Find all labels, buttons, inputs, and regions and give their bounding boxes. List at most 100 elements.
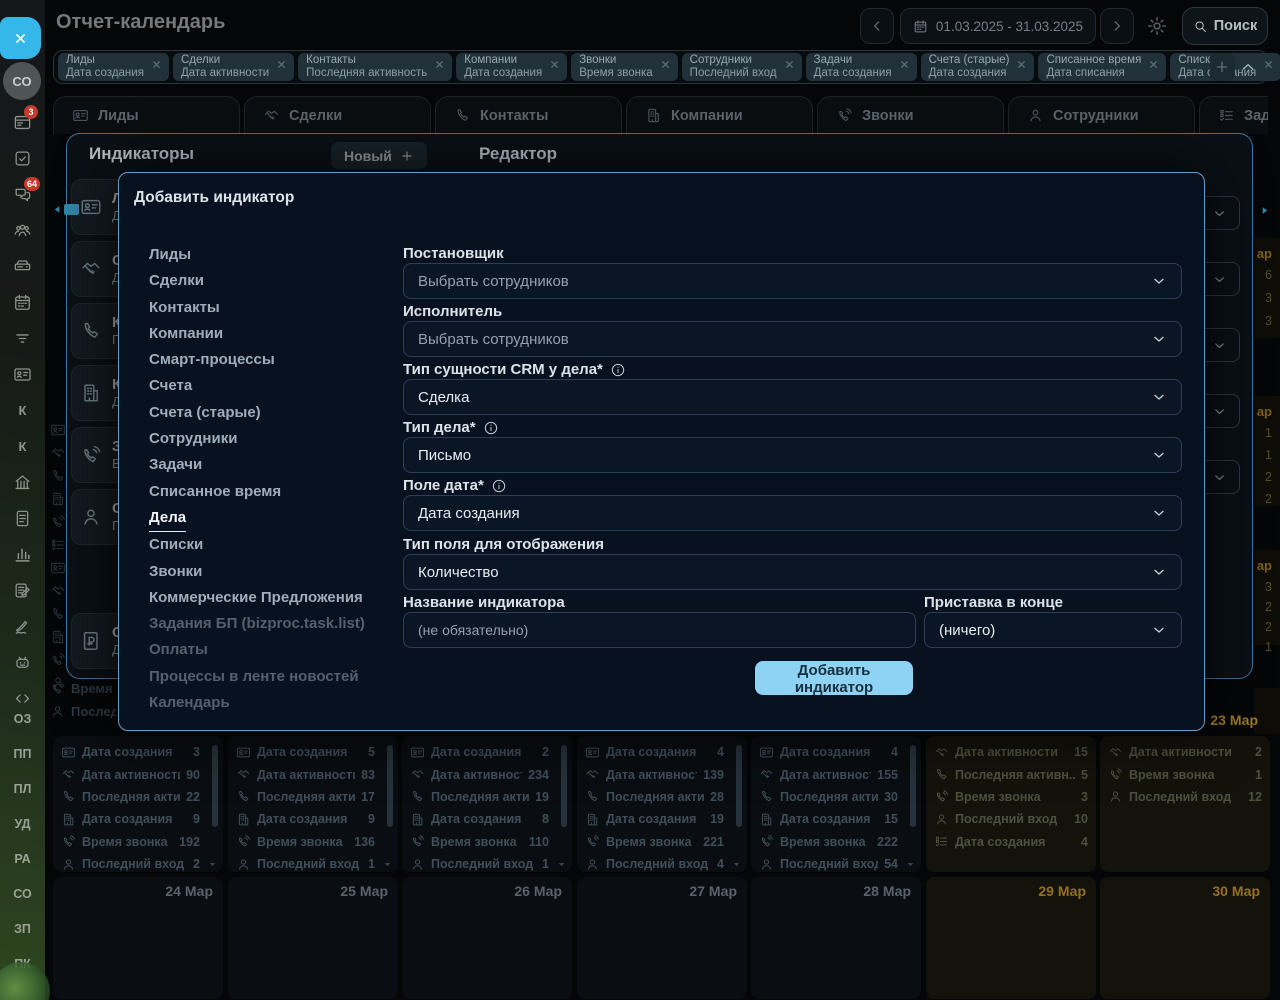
- calendar-day-25 Мар[interactable]: 25 Мар: [228, 877, 398, 999]
- filter-chip-4[interactable]: КомпанииДата создания: [456, 53, 567, 81]
- search-button[interactable]: Поиск: [1182, 7, 1268, 45]
- remove-filter-icon[interactable]: [1147, 58, 1160, 71]
- filter-chip-5[interactable]: ЗвонкиВремя звонка: [571, 53, 677, 81]
- next-period-button[interactable]: [1100, 8, 1134, 44]
- modal-nav-Контакты[interactable]: Контакты: [149, 295, 220, 321]
- tab-Лиды[interactable]: Лиды: [53, 96, 240, 134]
- modal-nav-Коммерческие Предложения[interactable]: Коммерческие Предложения: [149, 585, 363, 611]
- remove-filter-icon[interactable]: [275, 58, 288, 71]
- calendar-day-26 Мар[interactable]: 26 Мар: [402, 877, 572, 999]
- filter-chip-1[interactable]: ЛидыДата создания: [58, 53, 169, 81]
- modal-nav-Списанное время[interactable]: Списанное время: [149, 479, 281, 505]
- calendar-cell-4[interactable]: Дата создания4Дата активности139Последня…: [577, 736, 747, 872]
- sidebar-item-contact-card[interactable]: [13, 364, 32, 384]
- calendar-cell-1[interactable]: Дата создания3Дата активности90Последняя…: [53, 736, 223, 872]
- sidebar-item-feed[interactable]: 3: [13, 112, 32, 132]
- more-caret-icon[interactable]: [208, 860, 217, 869]
- sidebar-letter-item[interactable]: К: [19, 436, 27, 456]
- tab-Задачи[interactable]: Задачи: [1199, 96, 1268, 134]
- modal-nav-Счета[interactable]: Счета: [149, 373, 192, 399]
- sidebar-label-ПП[interactable]: ПП: [14, 747, 32, 767]
- sidebar-item-robot[interactable]: [13, 652, 32, 672]
- tab-Сотрудники[interactable]: Сотрудники: [1008, 96, 1195, 134]
- sidebar-letter-item[interactable]: К: [19, 400, 27, 420]
- field-select-5[interactable]: Дата создания: [403, 495, 1182, 531]
- collapse-chevron-up-icon[interactable]: [1239, 58, 1257, 76]
- calendar-day-27 Мар[interactable]: 27 Мар: [577, 877, 747, 999]
- filter-chip-2[interactable]: СделкиДата активности: [173, 53, 294, 81]
- calendar-day-24 Мар[interactable]: 24 Мар: [53, 877, 223, 999]
- sidebar-label-СО[interactable]: СО: [13, 887, 31, 907]
- sidebar-label-ПЛ[interactable]: ПЛ: [14, 782, 32, 802]
- modal-nav-Дела[interactable]: Дела: [149, 505, 186, 532]
- calendar-day-30 Мар[interactable]: 30 Мар: [1100, 877, 1270, 999]
- more-caret-icon[interactable]: [557, 860, 566, 869]
- filter-chip-3[interactable]: КонтактыПоследняя активность: [298, 53, 452, 81]
- sidebar-item-chat[interactable]: 64: [13, 184, 32, 204]
- add-indicator-submit-button[interactable]: Добавить индикатор: [755, 661, 913, 695]
- calendar-day-29 Мар[interactable]: 29 Мар: [926, 877, 1096, 999]
- field-select-3[interactable]: Сделка: [403, 379, 1182, 415]
- remove-filter-icon[interactable]: [433, 58, 446, 71]
- scroll-left-icon[interactable]: [52, 204, 63, 215]
- modal-nav-Компании[interactable]: Компании: [149, 321, 223, 347]
- add-filter-button[interactable]: [1210, 53, 1235, 81]
- cell-scrollbar[interactable]: [387, 745, 393, 827]
- calendar-day-28 Мар[interactable]: 28 Мар: [751, 877, 921, 999]
- prev-period-button[interactable]: [860, 8, 894, 44]
- tab-Сделки[interactable]: Сделки: [244, 96, 431, 134]
- modal-nav-Лиды[interactable]: Лиды: [149, 242, 191, 268]
- sidebar-label-ЗП[interactable]: ЗП: [14, 922, 31, 942]
- cell-scrollbar[interactable]: [736, 745, 742, 827]
- filter-chip-8[interactable]: Счета (старые)Дата создания: [921, 53, 1035, 81]
- modal-nav-Счета (старые)[interactable]: Счета (старые): [149, 400, 261, 426]
- tab-Контакты[interactable]: Контакты: [435, 96, 622, 134]
- remove-filter-icon[interactable]: [783, 58, 796, 71]
- filter-chip-9[interactable]: Списанное времяДата списания: [1038, 53, 1166, 81]
- sidebar-item-drive[interactable]: [13, 256, 32, 276]
- calendar-cell-7[interactable]: Дата активности2Время звонка1Последний в…: [1100, 736, 1270, 872]
- suffix-select[interactable]: (ничего): [924, 612, 1182, 648]
- calendar-cell-2[interactable]: Дата создания5Дата активности83Последняя…: [228, 736, 398, 872]
- sidebar-item-code[interactable]: [13, 688, 32, 708]
- remove-filter-icon[interactable]: [1015, 58, 1028, 71]
- field-select-2[interactable]: Выбрать сотрудников: [403, 321, 1182, 357]
- calendar-cell-6[interactable]: Дата активности15Последняя активн...5Вре…: [926, 736, 1096, 872]
- close-slider-button[interactable]: [0, 17, 41, 59]
- cell-scrollbar[interactable]: [212, 745, 218, 827]
- modal-nav-Списки[interactable]: Списки: [149, 532, 203, 558]
- calendar-cell-3[interactable]: Дата создания2Дата активности234Последня…: [402, 736, 572, 872]
- scrollbar-thumb[interactable]: [64, 204, 79, 215]
- remove-filter-icon[interactable]: [150, 58, 163, 71]
- cell-scrollbar[interactable]: [561, 745, 567, 827]
- sidebar-label-РА[interactable]: РА: [14, 852, 30, 872]
- cell-scrollbar[interactable]: [910, 745, 916, 827]
- gear-icon[interactable]: [1146, 15, 1168, 37]
- more-caret-icon[interactable]: [383, 860, 392, 869]
- modal-nav-Смарт-процессы[interactable]: Смарт-процессы: [149, 347, 275, 373]
- avatar[interactable]: СО: [3, 62, 41, 100]
- modal-nav-Звонки[interactable]: Звонки: [149, 559, 202, 585]
- sidebar-item-filter[interactable]: [13, 328, 32, 348]
- scroll-right-icon[interactable]: [1259, 205, 1270, 216]
- sidebar-item-bank[interactable]: [13, 472, 32, 492]
- field-select-1[interactable]: Выбрать сотрудников: [403, 263, 1182, 299]
- sidebar-item-check-square[interactable]: [13, 148, 32, 168]
- sidebar-label-ОЗ[interactable]: ОЗ: [14, 712, 32, 732]
- sidebar-item-signature[interactable]: [13, 616, 32, 636]
- filter-chip-6[interactable]: СотрудникиПоследний вход: [682, 53, 802, 81]
- more-caret-icon[interactable]: [732, 860, 741, 869]
- remove-filter-icon[interactable]: [659, 58, 672, 71]
- tab-Звонки[interactable]: Звонки: [817, 96, 1004, 134]
- sidebar-item-document[interactable]: [13, 508, 32, 528]
- modal-nav-Задачи[interactable]: Задачи: [149, 452, 202, 478]
- field-select-6[interactable]: Количество: [403, 554, 1182, 590]
- new-indicator-button[interactable]: Новый: [331, 142, 427, 169]
- calendar-cell-5[interactable]: Дата создания4Дата активности155Последня…: [751, 736, 921, 872]
- sidebar-item-note-edit[interactable]: [13, 580, 32, 600]
- remove-filter-icon[interactable]: [898, 58, 911, 71]
- indicator-name-input[interactable]: (не обязательно): [403, 612, 916, 648]
- more-caret-icon[interactable]: [906, 860, 915, 869]
- remove-filter-icon[interactable]: [548, 58, 561, 71]
- sidebar-item-people[interactable]: [13, 220, 32, 240]
